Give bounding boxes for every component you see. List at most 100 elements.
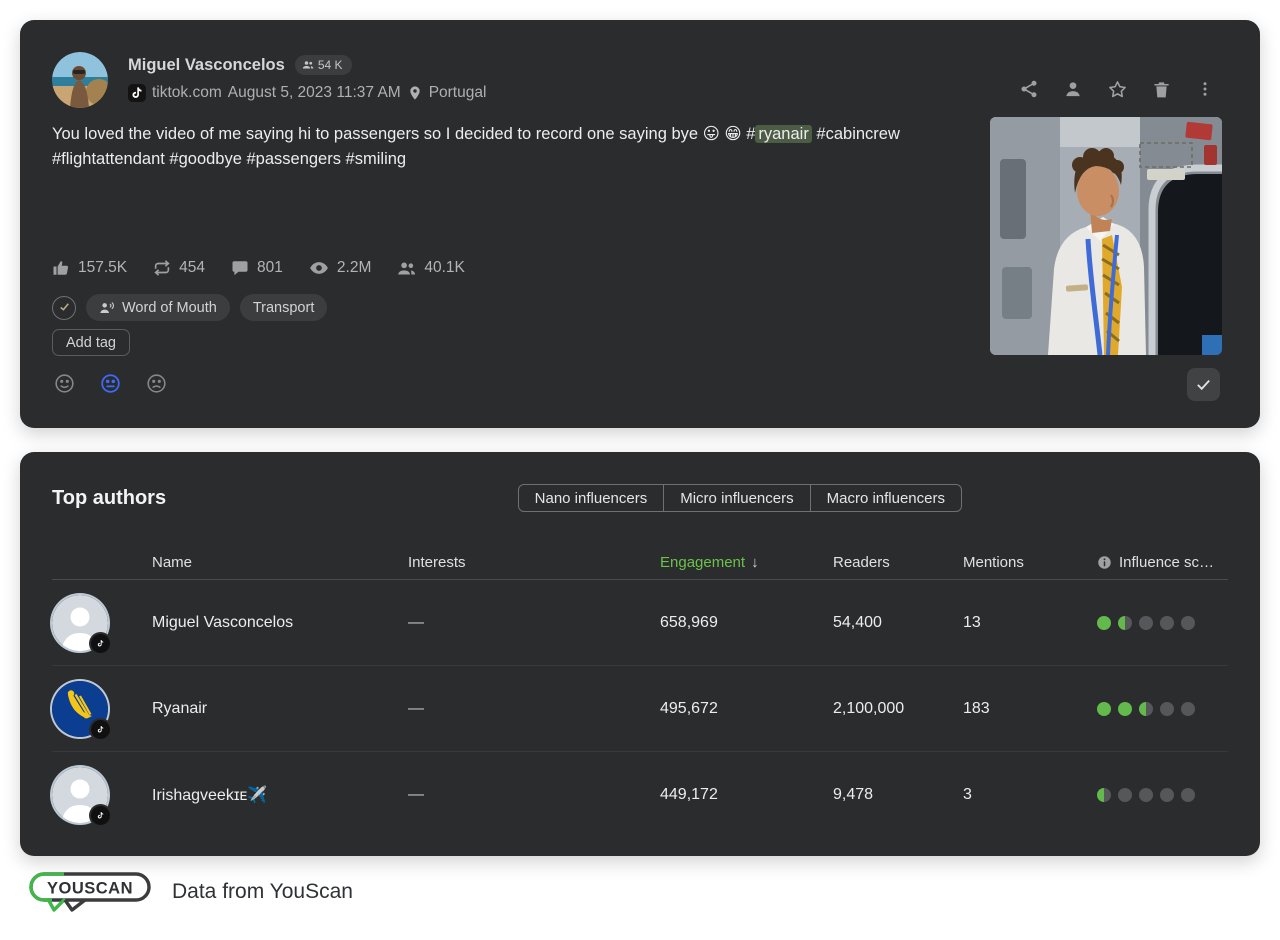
star-icon bbox=[1107, 79, 1128, 100]
sentiment-row bbox=[52, 373, 168, 397]
reposts-stat: 454 bbox=[153, 259, 205, 277]
column-header-name[interactable]: Name bbox=[152, 554, 408, 571]
tags-row: Word of Mouth Transport bbox=[52, 294, 327, 321]
influence-label: Influence sc… bbox=[1119, 554, 1214, 571]
influence-dot-half bbox=[1139, 702, 1153, 716]
auto-tag-icon[interactable] bbox=[52, 296, 76, 320]
post-text: You loved the video of me saying hi to p… bbox=[52, 122, 962, 172]
post-actions bbox=[1018, 78, 1216, 100]
sentiment-positive-button[interactable] bbox=[52, 373, 76, 397]
tiktok-badge-icon bbox=[91, 720, 110, 739]
trash-icon bbox=[1152, 80, 1171, 99]
tag-transport[interactable]: Transport bbox=[240, 294, 328, 321]
table-row-miguel[interactable]: Miguel Vasconcelos — 658,969 54,400 13 bbox=[52, 580, 1228, 666]
readers-cell: 2,100,000 bbox=[833, 700, 963, 718]
negative-face-icon bbox=[146, 373, 167, 394]
comments-count: 801 bbox=[257, 259, 283, 277]
table-row-irishagveek[interactable]: Irishagveekɪᴇ✈️ — 449,172 9,478 3 bbox=[52, 752, 1228, 838]
influence-dot-half bbox=[1097, 788, 1111, 802]
checkmark-icon bbox=[1195, 376, 1212, 393]
tag-word-of-mouth[interactable]: Word of Mouth bbox=[86, 294, 230, 321]
youscan-logo-text: YOUSCAN bbox=[47, 880, 133, 898]
column-header-readers[interactable]: Readers bbox=[833, 554, 963, 571]
influence-score-dots bbox=[1097, 788, 1228, 802]
row-avatar bbox=[52, 767, 108, 823]
favorite-button[interactable] bbox=[1106, 78, 1128, 100]
influence-dot-empty bbox=[1139, 616, 1153, 630]
column-header-mentions[interactable]: Mentions bbox=[963, 554, 1097, 571]
mentions-cell: 13 bbox=[963, 614, 1097, 632]
repost-icon bbox=[153, 259, 171, 277]
interests-cell: — bbox=[408, 614, 660, 632]
comments-stat: 801 bbox=[231, 259, 283, 277]
influence-dot-empty bbox=[1160, 616, 1174, 630]
author-profile-button[interactable] bbox=[1062, 78, 1084, 100]
source-domain[interactable]: tiktok.com bbox=[152, 84, 222, 102]
author-name-cell[interactable]: Ryanair bbox=[152, 700, 408, 718]
audience-badge: 54 K bbox=[295, 55, 352, 75]
add-tag-button[interactable]: Add tag bbox=[52, 329, 130, 356]
sort-descending-icon: ↓ bbox=[751, 554, 759, 571]
footer: YOUSCAN Data from YouScan bbox=[24, 868, 353, 916]
eye-icon bbox=[309, 258, 329, 278]
author-name[interactable]: Miguel Vasconcelos bbox=[128, 56, 285, 75]
top-authors-title: Top authors bbox=[52, 487, 166, 510]
tab-macro-influencers[interactable]: Macro influencers bbox=[811, 484, 962, 512]
post-image[interactable] bbox=[990, 117, 1222, 355]
engagement-label: Engagement bbox=[660, 554, 745, 571]
influence-dot-empty bbox=[1181, 616, 1195, 630]
person-icon bbox=[1063, 79, 1083, 99]
share-icon bbox=[1019, 79, 1039, 99]
post-stats: 157.5K 454 801 2.2M bbox=[52, 258, 465, 278]
info-icon[interactable] bbox=[1097, 555, 1112, 570]
influencer-tabs: Nano influencers Micro influencers Macro… bbox=[518, 484, 962, 512]
beach-avatar-image bbox=[52, 52, 108, 108]
interests-cell: — bbox=[408, 700, 660, 718]
people-icon bbox=[302, 59, 314, 71]
tab-nano-influencers[interactable]: Nano influencers bbox=[518, 484, 665, 512]
positive-face-icon bbox=[54, 373, 75, 394]
location-pin-icon bbox=[407, 85, 423, 101]
likes-count: 157.5K bbox=[78, 259, 127, 277]
author-name-cell[interactable]: Miguel Vasconcelos bbox=[152, 614, 408, 632]
post-header: Miguel Vasconcelos 54 K tiktok.com Augus… bbox=[52, 52, 486, 108]
authors-table-body: Miguel Vasconcelos — 658,969 54,400 13 bbox=[52, 580, 1228, 838]
delete-button[interactable] bbox=[1150, 78, 1172, 100]
select-mention-checkbox[interactable] bbox=[1187, 368, 1220, 401]
likes-stat: 157.5K bbox=[52, 259, 127, 277]
reach-count: 40.1K bbox=[424, 259, 465, 277]
readers-cell: 9,478 bbox=[833, 786, 963, 804]
author-avatar[interactable] bbox=[52, 52, 108, 108]
more-menu-button[interactable] bbox=[1194, 78, 1216, 100]
flight-attendant-photo bbox=[990, 117, 1222, 355]
influence-dot-full bbox=[1118, 702, 1132, 716]
influence-score-dots bbox=[1097, 702, 1228, 716]
mentions-cell: 3 bbox=[963, 786, 1097, 804]
tag-label: Transport bbox=[253, 300, 315, 316]
tab-micro-influencers[interactable]: Micro influencers bbox=[664, 484, 810, 512]
engagement-cell: 658,969 bbox=[660, 614, 833, 632]
influence-dot-empty bbox=[1181, 788, 1195, 802]
people-icon bbox=[397, 259, 416, 278]
keyword-highlight: ryanair bbox=[755, 125, 811, 143]
sentiment-neutral-button-selected[interactable] bbox=[98, 373, 122, 397]
tag-label: Word of Mouth bbox=[122, 300, 217, 316]
tiktok-icon bbox=[128, 84, 146, 102]
row-avatar bbox=[52, 595, 108, 651]
column-header-engagement-sorted[interactable]: Engagement ↓ bbox=[660, 554, 833, 571]
column-header-interests[interactable]: Interests bbox=[408, 554, 660, 571]
influence-dot-empty bbox=[1139, 788, 1153, 802]
authors-table-header: Name Interests Engagement ↓ Readers Ment… bbox=[52, 546, 1228, 580]
column-header-influence-score[interactable]: Influence sc… bbox=[1097, 554, 1228, 571]
comment-icon bbox=[231, 259, 249, 277]
reposts-count: 454 bbox=[179, 259, 205, 277]
share-button[interactable] bbox=[1018, 78, 1040, 100]
views-count: 2.2M bbox=[337, 259, 371, 277]
author-name-cell[interactable]: Irishagveekɪᴇ✈️ bbox=[152, 785, 408, 805]
reach-stat: 40.1K bbox=[397, 259, 465, 278]
sentiment-negative-button[interactable] bbox=[144, 373, 168, 397]
top-authors-card: Top authors Nano influencers Micro influ… bbox=[20, 452, 1260, 856]
table-row-ryanair[interactable]: Ryanair — 495,672 2,100,000 183 bbox=[52, 666, 1228, 752]
mention-card: Miguel Vasconcelos 54 K tiktok.com Augus… bbox=[20, 20, 1260, 428]
influence-dot-full bbox=[1097, 616, 1111, 630]
